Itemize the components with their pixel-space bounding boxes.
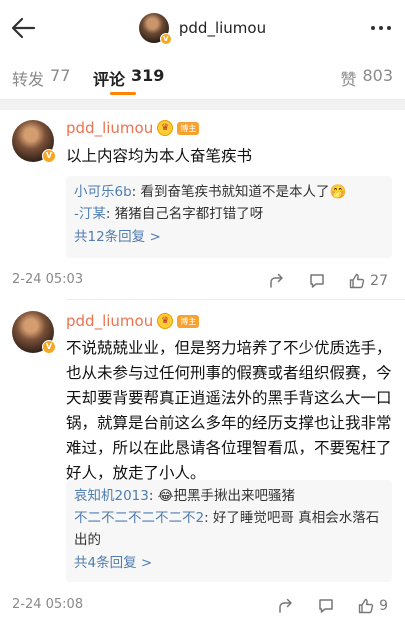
- vip-crown-icon: ♛: [157, 120, 174, 136]
- blogger-badge: 博主: [177, 314, 200, 328]
- reply-text: : 看到奋笔疾书就知道不是本人了🤭: [131, 184, 347, 200]
- reply-item[interactable]: -汀某: 猪猪自己名字都打错了呀: [74, 203, 384, 225]
- tab-repost-label: 转发: [12, 70, 45, 89]
- comment-item: V pdd_liumou ♛ 博主 不说兢兢业业，但是努力培养了不少优质选手，也…: [0, 300, 405, 623]
- view-replies-link[interactable]: 共4条回复 >: [74, 551, 384, 575]
- comment-actions: 9: [277, 597, 388, 615]
- page-title: pdd_liumou: [178, 19, 267, 37]
- like-button[interactable]: 9: [357, 597, 388, 615]
- tab-comments-label: 评论: [93, 70, 126, 89]
- avatar[interactable]: V: [12, 311, 56, 354]
- username[interactable]: pdd_liumou: [66, 119, 153, 137]
- like-count: 27: [370, 273, 388, 289]
- comment-footer: 2-24 05:08 9: [12, 597, 396, 617]
- like-count: 9: [379, 598, 388, 614]
- reply-icon[interactable]: [308, 272, 326, 290]
- tab-likes-label: 赞: [340, 70, 357, 89]
- thumbs-up-icon: [358, 598, 374, 614]
- comment-author: pdd_liumou ♛ 博主: [66, 312, 200, 330]
- reply-preview[interactable]: 小可乐6b: 看到奋笔疾书就知道不是本人了🤭 -汀某: 猪猪自己名字都打错了呀 …: [66, 176, 392, 258]
- verified-v-icon: V: [42, 149, 56, 163]
- like-button[interactable]: 27: [348, 272, 388, 290]
- top-bar: V pdd_liumou: [0, 0, 405, 56]
- tab-repost-count: 77: [50, 66, 71, 85]
- reply-username[interactable]: 不二不二不二不二不2: [74, 510, 204, 526]
- comment-timestamp: 2-24 05:03: [12, 272, 84, 287]
- blogger-badge: 博主: [177, 121, 200, 135]
- active-tab-indicator: [110, 92, 136, 95]
- reply-text: : 猪猪自己名字都打错了呀: [105, 206, 264, 222]
- reply-item[interactable]: 不二不二不二不二不2: 好了睡觉吧哥 真相会水落石出的: [74, 507, 384, 551]
- reply-preview[interactable]: 哀知机2013: 😂把黑手揪出来吧骚猪 不二不二不二不二不2: 好了睡觉吧哥 真…: [66, 480, 392, 582]
- thumbs-up-icon: [349, 273, 365, 289]
- share-icon[interactable]: [268, 272, 286, 290]
- more-dots-icon[interactable]: [369, 18, 393, 38]
- header-user[interactable]: V pdd_liumou: [0, 11, 405, 45]
- avatar[interactable]: V: [12, 120, 56, 163]
- comment-author: pdd_liumou ♛ 博主: [66, 119, 200, 137]
- share-icon[interactable]: [277, 597, 295, 615]
- comment-actions: 27: [268, 272, 388, 290]
- comment-text: 不说兢兢业业，但是努力培养了不少优质选手，也从未参与过任何刑事的假赛或者组织假赛…: [66, 339, 392, 482]
- tab-likes-count: 803: [362, 66, 393, 85]
- verified-v-icon: V: [42, 340, 56, 354]
- tab-bar: 转发 77 评论 319 赞 803: [0, 56, 405, 100]
- view-replies-link[interactable]: 共12条回复 >: [74, 225, 384, 249]
- tab-repost[interactable]: 转发 77: [12, 66, 70, 90]
- reply-username[interactable]: -汀某: [74, 206, 106, 222]
- reply-username[interactable]: 小可乐6b: [74, 184, 132, 200]
- comment-footer: 2-24 05:03 27: [12, 272, 396, 292]
- reply-item[interactable]: 哀知机2013: 😂把黑手揪出来吧骚猪: [74, 485, 384, 507]
- section-separator: [0, 100, 405, 110]
- verified-v-icon: V: [159, 33, 172, 45]
- comment-timestamp: 2-24 05:08: [12, 597, 84, 612]
- avatar[interactable]: V: [138, 13, 172, 45]
- comment-text: 以上内容均为本人奋笔疾书: [66, 147, 253, 165]
- tab-comments-count: 319: [131, 66, 165, 85]
- reply-icon[interactable]: [317, 597, 335, 615]
- reply-item[interactable]: 小可乐6b: 看到奋笔疾书就知道不是本人了🤭: [74, 181, 384, 203]
- tab-likes[interactable]: 赞 803: [340, 66, 393, 90]
- comment-item: V pdd_liumou ♛ 博主 以上内容均为本人奋笔疾书 小可乐6b: 看到…: [0, 110, 405, 300]
- vip-crown-icon: ♛: [157, 313, 174, 329]
- username[interactable]: pdd_liumou: [66, 312, 153, 330]
- reply-username[interactable]: 哀知机2013: [74, 488, 149, 504]
- reply-text: : 😂把黑手揪出来吧骚猪: [148, 488, 295, 504]
